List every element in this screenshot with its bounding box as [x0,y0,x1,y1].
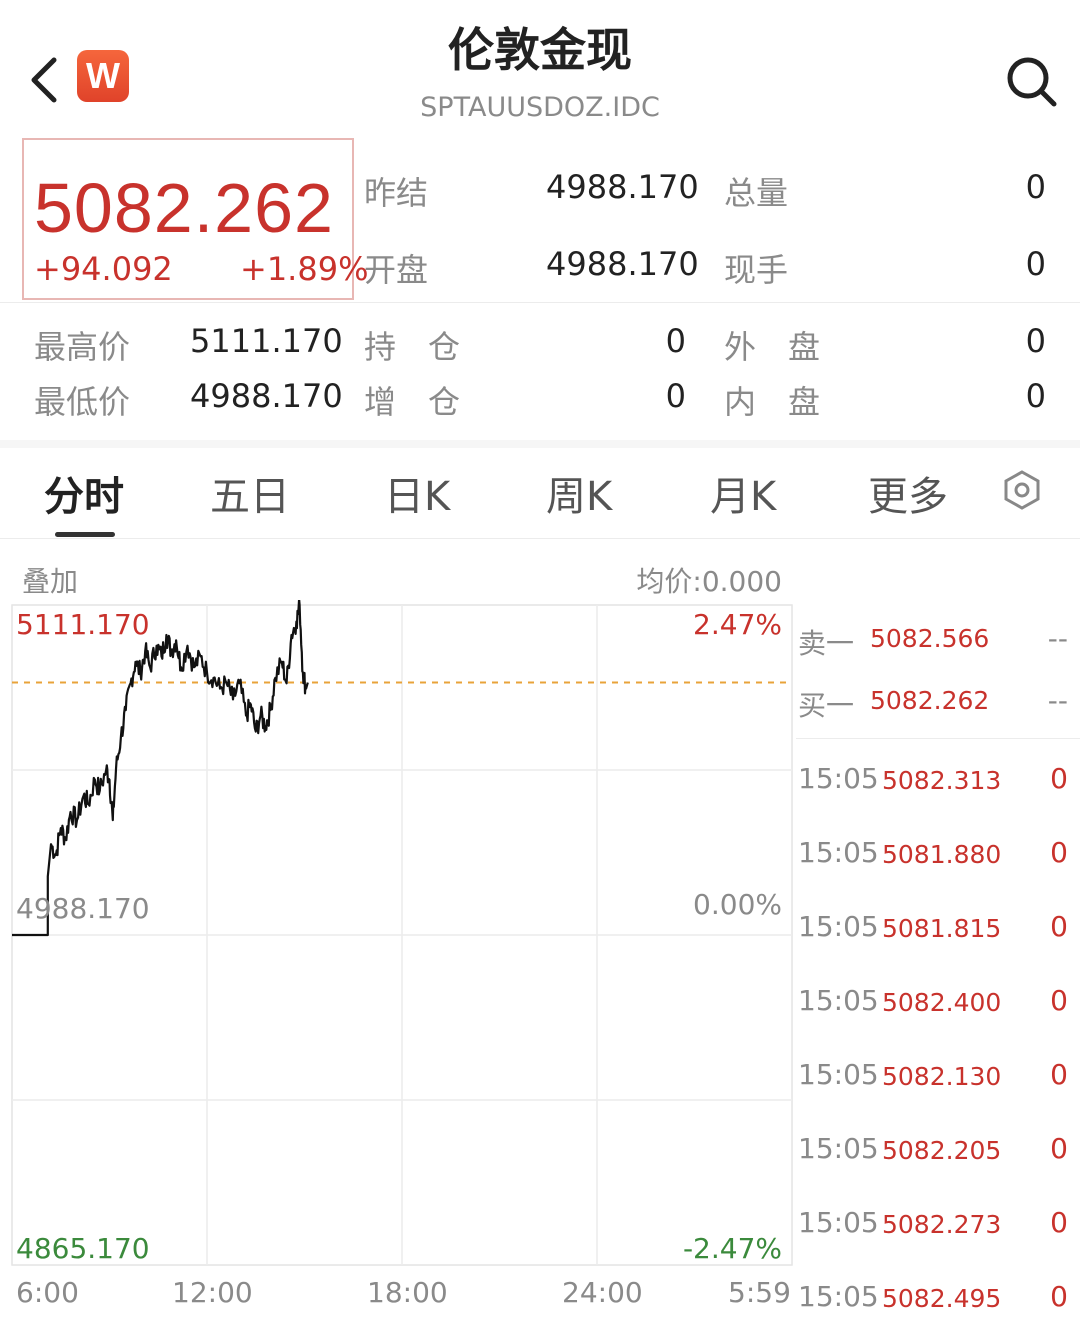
trade-price: 5082.130 [882,1062,1002,1091]
pct-axis-low: -2.47% [682,1232,782,1265]
list-item: 15:05 5081.815 0 [798,910,1070,950]
trade-price: 5082.400 [882,988,1002,1017]
list-item: 15:05 5082.273 0 [798,1206,1070,1246]
trade-time: 15:05 [798,836,879,869]
trade-time: 15:05 [798,762,879,795]
y-axis-low: 4865.170 [16,1232,150,1265]
stat-value-open-interest: 0 [665,322,686,360]
x-axis-label: 24:00 [562,1276,643,1309]
stat-label-open: 开盘 [364,251,429,289]
trade-price: 5082.495 [882,1284,1002,1313]
trade-time: 15:05 [798,1280,879,1313]
trade-volume: 0 [1050,836,1068,869]
back-arrow-icon[interactable] [22,52,70,108]
list-item: 15:05 5082.495 0 [798,1280,1070,1320]
last-price: 5082.262 [34,169,334,247]
tab-intraday[interactable]: 分时 [44,464,124,522]
stat-label-high: 最高价 [34,328,131,366]
trade-volume: 0 [1050,910,1068,943]
stat-label-total-volume: 总量 [724,174,789,212]
trade-volume: 0 [1050,1206,1068,1239]
tab-more[interactable]: 更多 [868,464,948,522]
list-item: 15:05 5082.400 0 [798,984,1070,1024]
orderbook-divider [796,738,1080,739]
x-axis-label: 6:00 [16,1276,79,1309]
divider [0,538,1080,539]
list-item: 15:05 5082.130 0 [798,1058,1070,1098]
page-title: 伦敦金现 [448,23,632,77]
orderbook-vol-bid: -- [1047,684,1068,717]
settings-hexagon-icon[interactable] [1000,468,1044,512]
stat-label-prev-settle: 昨结 [364,174,429,212]
instrument-code: SPTAUUSDOZ.IDC [420,92,660,123]
y-axis-mid: 4988.170 [16,892,150,925]
stat-value-high: 5111.170 [190,322,343,360]
orderbook-vol-ask: -- [1047,622,1068,655]
orderbook-price-bid: 5082.262 [870,686,990,715]
tab-weekly-k[interactable]: 周K [546,464,612,522]
trade-price: 5082.205 [882,1136,1002,1165]
trade-time: 15:05 [798,1058,879,1091]
stat-value-outer-volume: 0 [1025,322,1046,360]
trade-time: 15:05 [798,984,879,1017]
tab-daily-k[interactable]: 日K [384,464,450,522]
price-change-percent: +1.89% [240,250,369,288]
overlay-button[interactable]: 叠加 [22,560,78,600]
price-change: +94.092 [34,250,173,288]
list-item: 15:05 5082.313 0 [798,762,1070,802]
trade-volume: 0 [1050,984,1068,1017]
stat-value-low: 4988.170 [190,377,343,415]
trade-price: 5082.273 [882,1210,1002,1239]
section-separator [0,440,1080,448]
x-axis-label: 5:59 [728,1276,791,1309]
x-axis-label: 18:00 [367,1276,448,1309]
trade-volume: 0 [1050,1280,1068,1313]
trade-volume: 0 [1050,1132,1068,1165]
chart-grid [11,604,793,1266]
stat-label-current-lot: 现手 [724,251,789,289]
stat-label-low: 最低价 [34,383,131,421]
orderbook-price-ask: 5082.566 [870,624,990,653]
stat-label-oi-change: 增 仓 [364,383,461,421]
list-item: 15:05 5081.880 0 [798,836,1070,876]
orderbook-label-ask: 卖一 [798,627,855,660]
trade-time: 15:05 [798,910,879,943]
app-logo: W [77,50,129,102]
stat-value-current-lot: 0 [1025,245,1046,283]
pct-axis-mid: 0.00% [693,888,782,921]
y-axis-high: 5111.170 [16,608,150,641]
stat-label-open-interest: 持 仓 [364,328,461,366]
price-line [12,600,309,937]
trade-time: 15:05 [798,1206,879,1239]
trade-time: 15:05 [798,1132,879,1165]
stat-label-outer-volume: 外 盘 [724,328,821,366]
list-item: 15:05 5082.205 0 [798,1132,1070,1172]
x-axis-label: 12:00 [172,1276,253,1309]
tab-five-day[interactable]: 五日 [210,464,290,522]
stat-value-inner-volume: 0 [1025,377,1046,415]
trade-price: 5081.815 [882,914,1002,943]
orderbook-label-bid: 买一 [798,689,855,722]
stat-value-open: 4988.170 [546,245,699,283]
stat-value-prev-settle: 4988.170 [546,168,699,206]
divider [0,302,1080,303]
stat-value-oi-change: 0 [665,377,686,415]
stat-value-total-volume: 0 [1025,168,1046,206]
stat-label-inner-volume: 内 盘 [724,383,821,421]
trade-volume: 0 [1050,1058,1068,1091]
search-icon[interactable] [1004,54,1060,110]
average-price-label: 均价:0.000 [636,565,782,598]
trade-volume: 0 [1050,762,1068,795]
trade-price: 5081.880 [882,840,1002,869]
trade-price: 5082.313 [882,766,1002,795]
pct-axis-high: 2.47% [693,608,782,641]
active-tab-indicator [55,532,115,537]
tab-monthly-k[interactable]: 月K [710,464,776,522]
intraday-chart[interactable] [0,600,800,1272]
